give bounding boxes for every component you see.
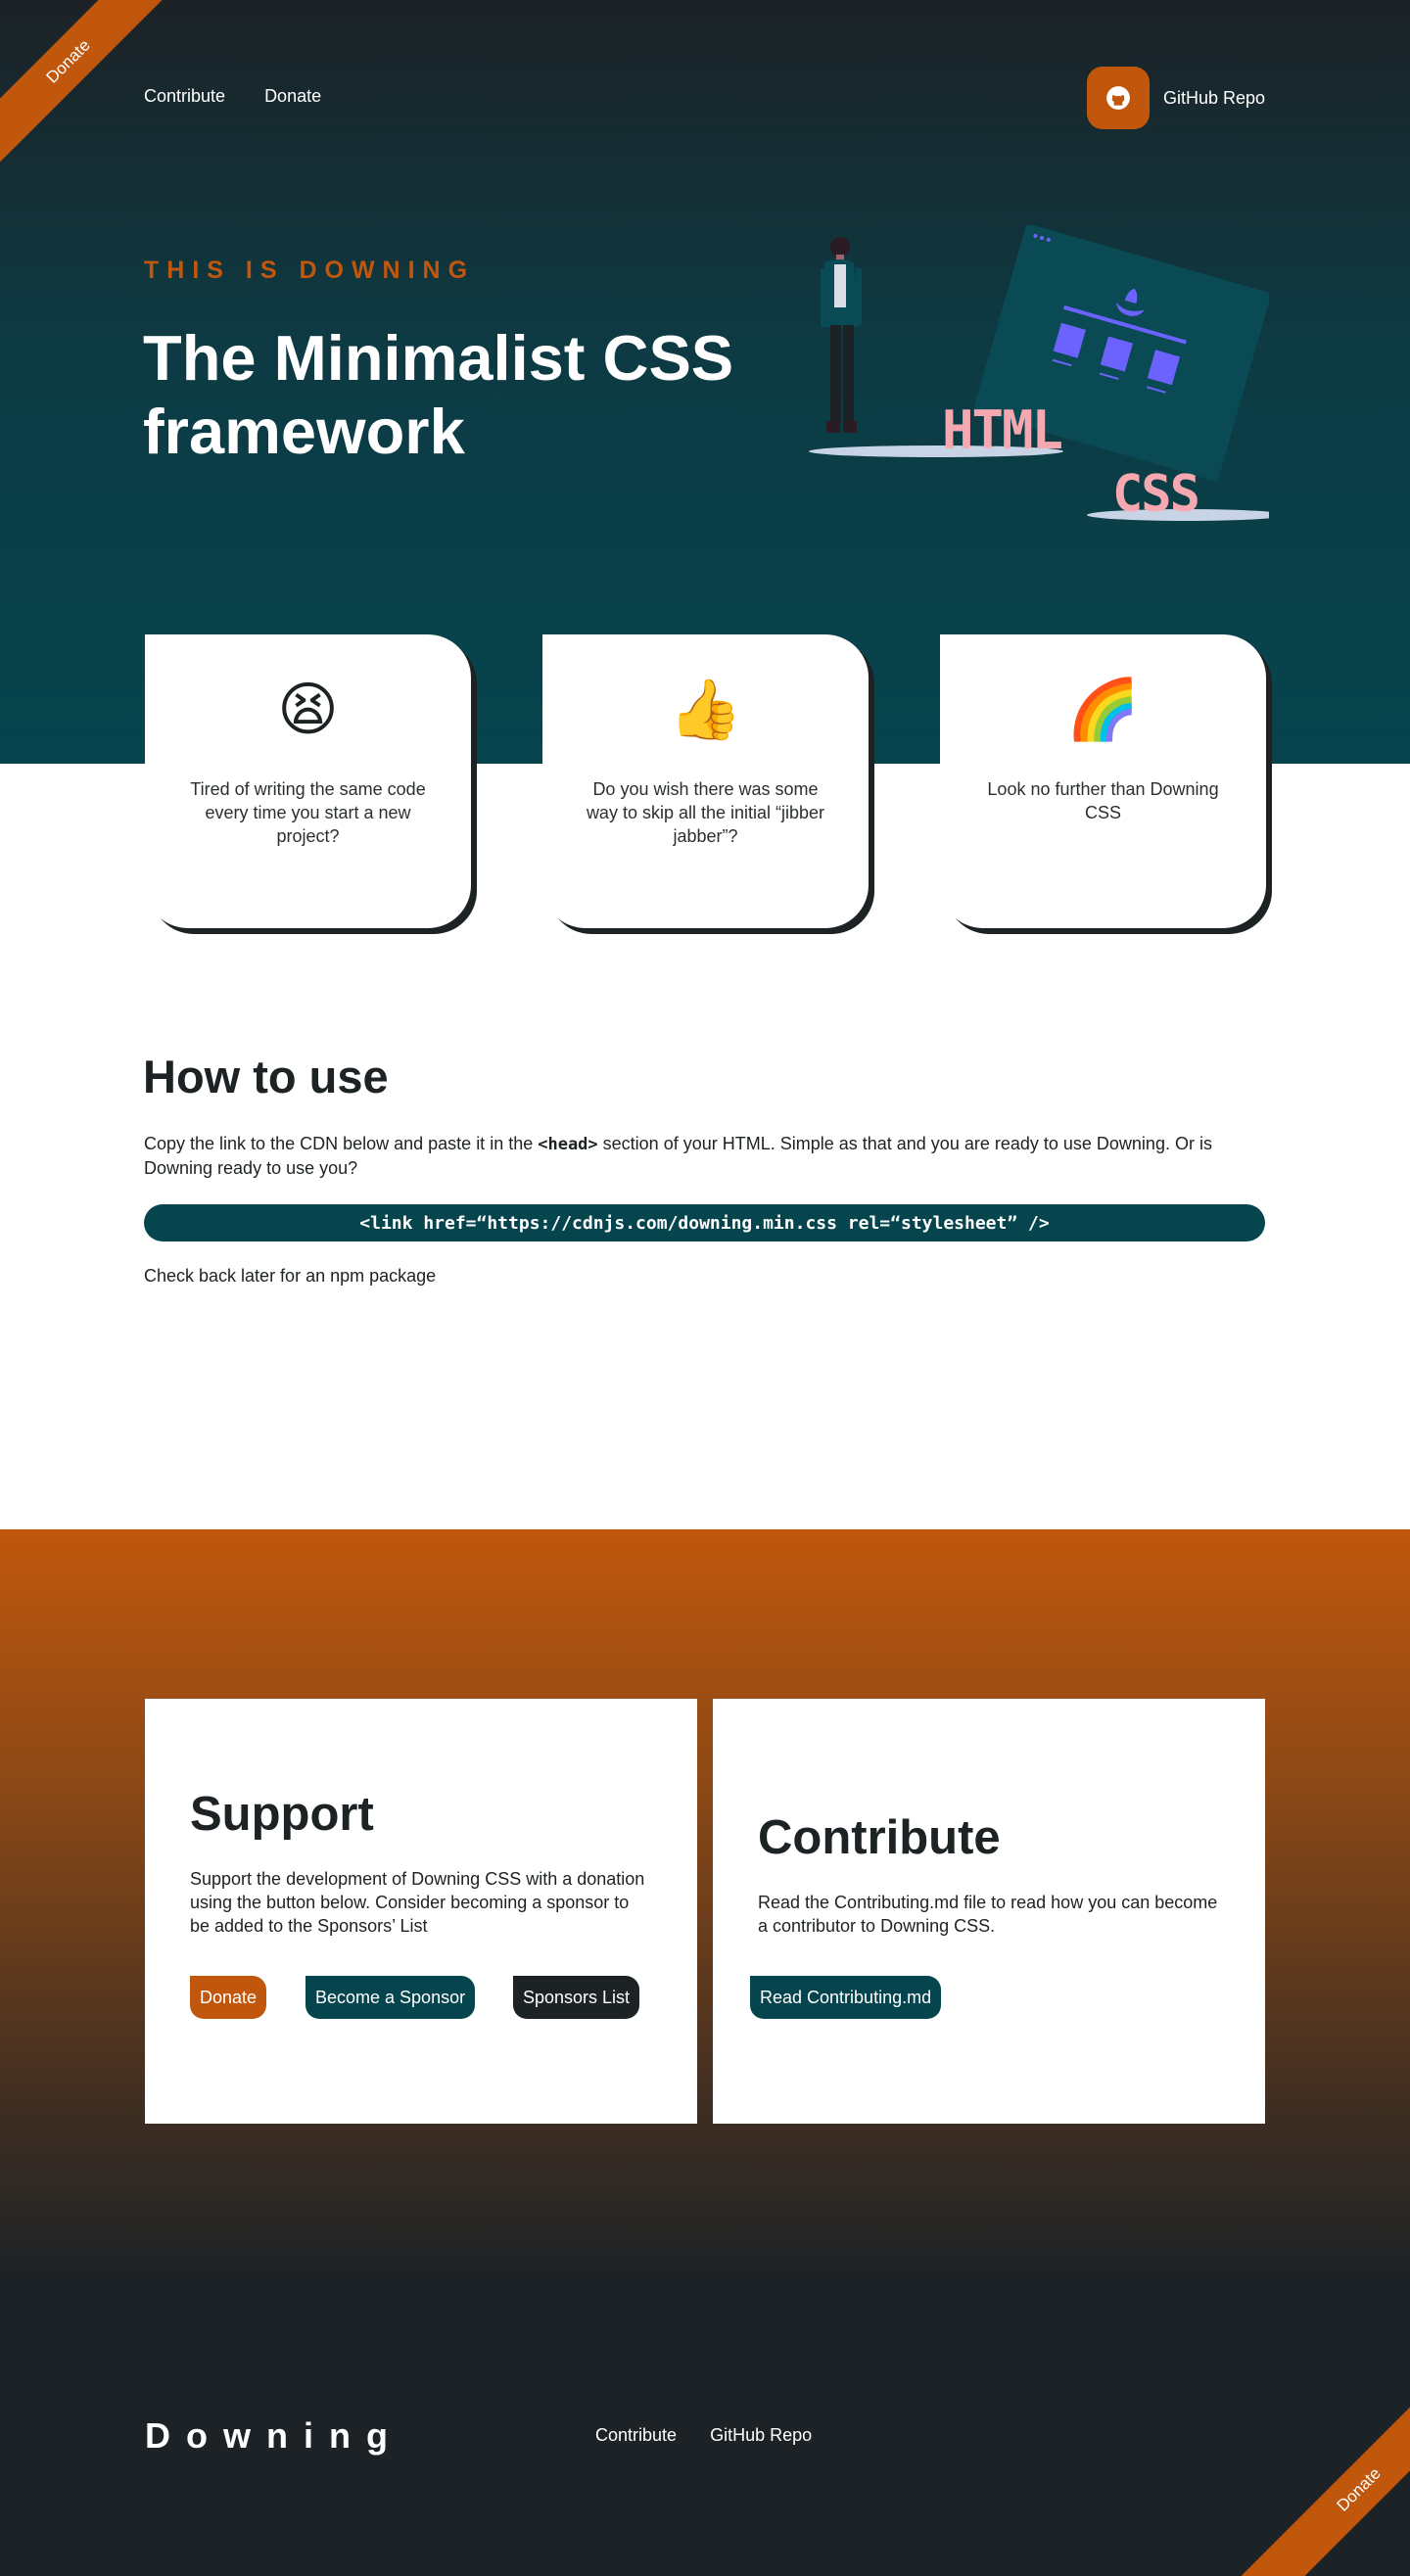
donate-button[interactable]: Donate: [190, 1976, 267, 2019]
top-nav: Contribute Donate: [144, 86, 321, 107]
footer-nav: Contribute GitHub Repo: [595, 2425, 812, 2446]
hero-illustration: HTML CSS: [809, 225, 1269, 524]
support-panel: Support Support the development of Downi…: [145, 1699, 697, 2124]
contribute-title: Contribute: [758, 1811, 1001, 1864]
github-repo-link[interactable]: GitHub Repo: [1086, 67, 1265, 129]
html-word-illustration: HTML: [942, 399, 1062, 461]
rainbow-icon: 🌈: [1066, 677, 1140, 742]
cdn-link-snippet[interactable]: <link href=“https://cdnjs.com/downing.mi…: [144, 1204, 1265, 1241]
npm-package-note: Check back later for an npm package: [144, 1266, 437, 1286]
css-word-illustration: CSS: [1112, 465, 1198, 524]
support-title: Support: [190, 1788, 374, 1841]
become-sponsor-button[interactable]: Become a Sponsor: [306, 1976, 476, 2019]
read-contributing-button[interactable]: Read Contributing.md: [750, 1976, 942, 2019]
howto-text-part: Copy the link to the CDN below and paste…: [144, 1134, 539, 1153]
hero-title: The Minimalist CSS framework: [143, 322, 734, 467]
footer-github-link[interactable]: GitHub Repo: [710, 2425, 812, 2446]
how-to-use-description: Copy the link to the CDN below and paste…: [144, 1132, 1270, 1180]
support-description: Support the development of Downing CSS w…: [190, 1869, 645, 1936]
how-to-use-title: How to use: [143, 1051, 389, 1102]
tired-face-icon: 😫: [277, 677, 339, 742]
footer-contribute-link[interactable]: Contribute: [595, 2425, 677, 2446]
contribute-description: Read the Contributing.md file to read ho…: [758, 1893, 1218, 1936]
thumbs-up-icon: 👍: [669, 677, 742, 742]
donate-corner-ribbon[interactable]: Donate: [1232, 2363, 1410, 2576]
nav-contribute-link[interactable]: Contribute: [144, 86, 225, 107]
contribute-panel: Contribute Read the Contributing.md file…: [713, 1699, 1265, 2124]
sponsors-list-button[interactable]: Sponsors List: [513, 1976, 640, 2019]
feature-card-text: Tired of writing the same code every tim…: [190, 779, 426, 846]
feature-card-text: Look no further than Downing CSS: [987, 779, 1219, 822]
nav-donate-link[interactable]: Donate: [264, 86, 321, 107]
feature-card: 🌈 Look no further than Downing CSS: [940, 634, 1266, 928]
feature-card: 😫 Tired of writing the same code every t…: [145, 634, 471, 928]
head-tag-code: <head>: [538, 1135, 598, 1154]
feature-card: 👍 Do you wish there was some way to skip…: [542, 634, 869, 928]
person-illustration: [821, 237, 862, 433]
hero-eyebrow: THIS IS DOWNING: [144, 257, 476, 284]
github-repo-label[interactable]: GitHub Repo: [1163, 88, 1265, 109]
footer-logo[interactable]: Downing: [145, 2415, 403, 2457]
github-icon[interactable]: [1086, 67, 1150, 129]
feature-card-text: Do you wish there was some way to skip a…: [586, 779, 825, 846]
support-contribute-section: Support Support the development of Downi…: [0, 1529, 1410, 2576]
